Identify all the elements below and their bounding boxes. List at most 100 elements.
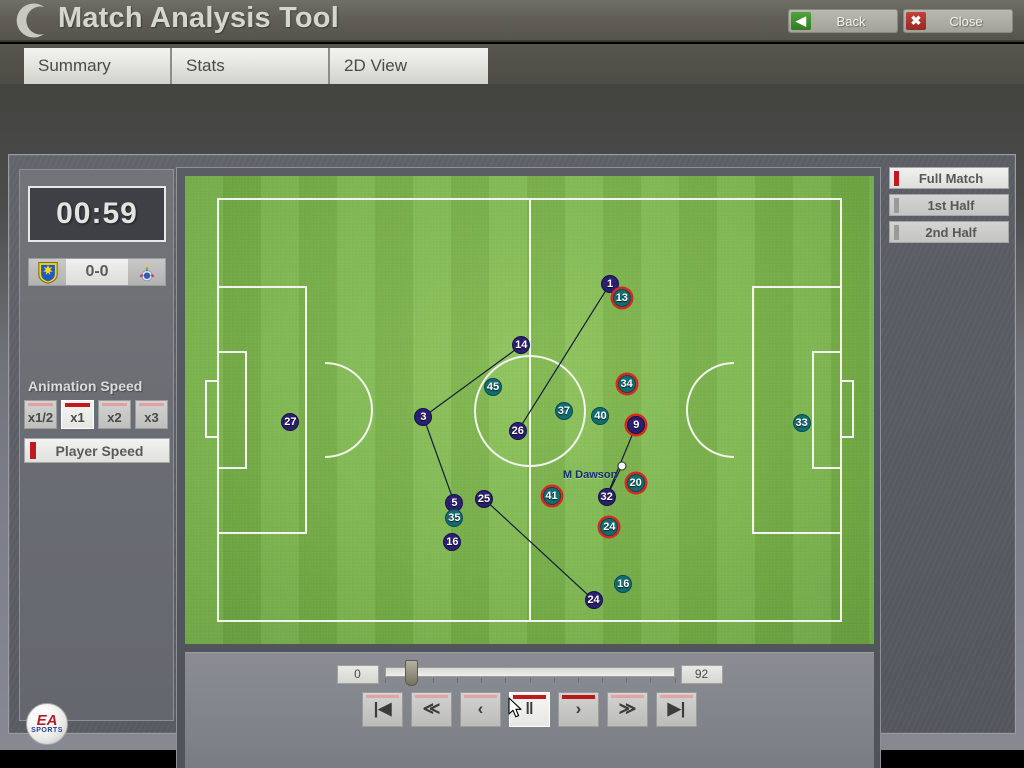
speed-button-x2[interactable]: x2 [98, 400, 131, 429]
close-x-icon: ✖ [906, 12, 926, 30]
player-marker-home-14[interactable]: 14 [512, 336, 531, 355]
player-marker-away-34[interactable]: 34 [617, 375, 636, 394]
match-timer: 00:59 [28, 186, 166, 242]
pitch-view[interactable]: 27 3 14 45 26 37 40 1 13 34 9 20 32 41 24 25 5 35 16 16 24 33… [185, 176, 874, 644]
skip-to-end-button[interactable]: ▶| [656, 691, 697, 727]
playback-transport: 0 92 |◀ ≪ ‹ ‖ › ≫ ▶| [185, 652, 874, 768]
sidebar-away-crest-icon [128, 259, 165, 285]
tab-summary[interactable]: Summary [24, 48, 172, 84]
tab-2d-view[interactable]: 2D View [330, 48, 488, 84]
timeline-thumb[interactable] [404, 660, 418, 686]
period-full-match-label: Full Match [918, 170, 984, 186]
tab-group: Summary Stats 2D View [24, 48, 488, 84]
match-timer-value: 00:59 [56, 197, 138, 230]
timeline-track[interactable] [384, 667, 675, 677]
swoosh-icon [14, 2, 54, 40]
period-button-1st-half[interactable]: 1st Half [889, 194, 1009, 216]
timeline-tick [505, 678, 507, 683]
step-back-icon: ‹ [477, 699, 484, 718]
timeline-tick [529, 678, 531, 683]
speed-indicator-bar [65, 403, 90, 407]
title-bar: Match Analysis Tool ◀ Back ✖ Close [0, 0, 1024, 42]
speed-button-x3-label: x3 [144, 410, 159, 425]
player-marker-away-35[interactable]: 35 [445, 508, 464, 527]
period-button-2nd-half[interactable]: 2nd Half [889, 221, 1009, 243]
button-indicator-bar [611, 694, 644, 698]
ball-icon [617, 461, 627, 471]
button-indicator-bar [366, 694, 399, 698]
timeline-tick [602, 678, 603, 683]
timeline-slider[interactable] [384, 660, 676, 686]
back-button[interactable]: ◀ Back [788, 9, 898, 33]
timeline-tick [553, 678, 555, 683]
player-marker-away-20[interactable]: 20 [626, 473, 645, 492]
live-score-value: 0-0 [66, 259, 128, 285]
player-marker-home-16[interactable]: 16 [443, 532, 462, 551]
player-marker-home-32[interactable]: 32 [597, 487, 616, 506]
play-button[interactable]: › [558, 691, 599, 727]
player-marker-home-24[interactable]: 24 [584, 591, 603, 609]
player-marker-away-40[interactable]: 40 [591, 406, 610, 425]
timeline-tick [432, 678, 434, 683]
tab-bar: Summary Stats 2D View 1-3 [0, 44, 1024, 124]
match-analysis-window: Match Analysis Tool ◀ Back ✖ Close Summa… [0, 0, 1024, 768]
button-indicator-bar [415, 694, 448, 698]
player-speed-button[interactable]: Player Speed [24, 438, 170, 463]
speed-button-x2-label: x2 [107, 410, 122, 425]
movement-trail [422, 416, 455, 504]
timeline-row: 0 92 [185, 660, 874, 686]
player-marker-away-24[interactable]: 24 [600, 518, 619, 537]
timeline-tick [384, 678, 386, 683]
live-scorebar: 0-0 [28, 258, 166, 286]
player-speed-label: Player Speed [55, 442, 144, 459]
player-marker-away-13[interactable]: 13 [612, 289, 631, 308]
pause-button[interactable]: ‖ [509, 691, 550, 727]
play-icon: › [575, 699, 582, 718]
rewind-button[interactable]: ≪ [411, 691, 452, 727]
player-movement-trails [422, 283, 637, 601]
speed-button-x3[interactable]: x3 [135, 400, 168, 429]
player-marker-away-16[interactable]: 16 [614, 574, 633, 593]
speed-button-x1[interactable]: x1 [61, 400, 94, 429]
player-marker-home-3[interactable]: 3 [414, 408, 433, 427]
step-back-button[interactable]: ‹ [460, 691, 501, 727]
player-marker-away-41[interactable]: 41 [542, 487, 561, 506]
speed-button-half[interactable]: x1/2 [24, 400, 57, 429]
timeline-tick [481, 678, 483, 683]
ea-logo-bottom: SPORTS [31, 727, 63, 734]
control-sidebar: 00:59 0-0 Animation Speed x1/2 x1 x2 x3 … [19, 169, 174, 721]
timeline-tick [650, 678, 652, 683]
fast-forward-icon: ≫ [618, 699, 637, 718]
timeline-tick [674, 678, 676, 683]
player-marker-home-9[interactable]: 9 [627, 415, 646, 434]
timeline-max-value: 92 [680, 664, 723, 684]
tab-stats[interactable]: Stats [172, 48, 330, 84]
speed-indicator-bar [102, 403, 127, 406]
chevron-left-icon: ◀ [791, 12, 811, 30]
button-indicator-bar [562, 694, 595, 699]
timeline-tick [577, 678, 579, 683]
ea-logo-top: EA [36, 712, 58, 729]
player-marker-home-27[interactable]: 27 [281, 413, 300, 432]
skip-to-start-button[interactable]: |◀ [362, 691, 403, 727]
back-button-label: Back [836, 13, 866, 29]
timeline-ticks [384, 678, 676, 685]
animation-speed-group: x1/2 x1 x2 x3 [24, 400, 168, 429]
speed-button-half-label: x1/2 [27, 410, 54, 425]
fast-forward-button[interactable]: ≫ [607, 691, 648, 727]
speed-indicator-bar [28, 403, 53, 406]
pause-icon: ‖ [525, 699, 534, 718]
player-marker-away-45[interactable]: 45 [483, 377, 502, 396]
speed-indicator-bar [139, 403, 164, 406]
player-marker-home-26[interactable]: 26 [508, 422, 527, 441]
close-button[interactable]: ✖ Close [903, 9, 1013, 33]
match-period-group: Full Match 1st Half 2nd Half [889, 167, 1009, 248]
button-indicator-bar [464, 694, 497, 698]
pitch-container: 27 3 14 45 26 37 40 1 13 34 9 20 32 41 24 25 5 35 16 16 24 33… [176, 167, 881, 768]
skip-start-icon: |◀ [373, 699, 392, 718]
player-marker-away-33[interactable]: 33 [792, 414, 811, 433]
transport-buttons: |◀ ≪ ‹ ‖ › ≫ ▶| [185, 689, 874, 729]
period-button-full-match[interactable]: Full Match [889, 167, 1009, 189]
player-marker-away-37[interactable]: 37 [554, 401, 573, 420]
player-marker-home-25[interactable]: 25 [475, 489, 494, 508]
